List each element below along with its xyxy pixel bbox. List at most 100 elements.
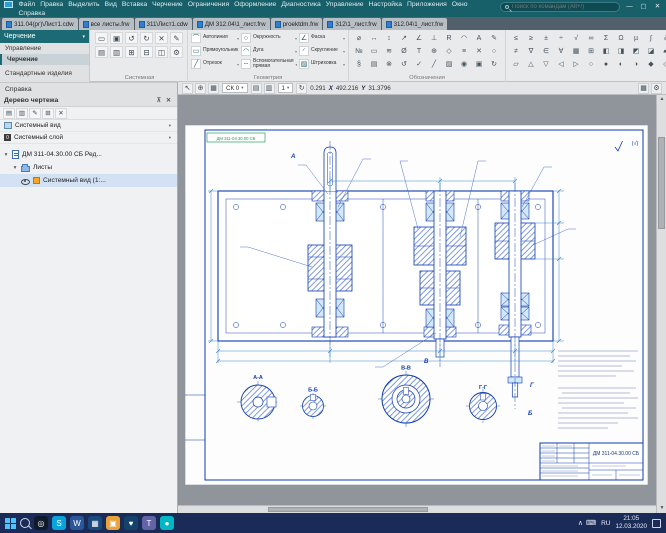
ribbon-tool-icon[interactable]: △ [524, 58, 538, 70]
snap-tool-icon[interactable]: ▥ [264, 83, 275, 94]
annotation-tool-icon[interactable]: ↕ [382, 32, 396, 44]
taskbar-search-icon[interactable] [20, 518, 30, 528]
annotation-tool-icon[interactable]: ⊕ [427, 45, 441, 57]
geometry-tool[interactable]: ▨ Штриховка [299, 58, 345, 70]
mode-item-standard-parts[interactable]: Стандартные изделия [0, 65, 89, 82]
ribbon-tool-icon[interactable]: ⊞ [584, 45, 598, 57]
tree-item-sheets[interactable]: ▾ Листы [0, 161, 177, 174]
menu-item[interactable]: Вид [102, 1, 119, 8]
menu-item[interactable]: Диагностика [279, 1, 323, 8]
system-tool-icon[interactable]: ↺ [125, 32, 138, 44]
snap-tool-icon[interactable]: ▤ [251, 83, 262, 94]
coordinate-system-combo[interactable]: СК 0 [222, 83, 248, 93]
annotation-tool-icon[interactable]: ▨ [442, 58, 456, 70]
tree-tool-icon[interactable]: ✕ [55, 108, 67, 119]
ribbon-tool-icon[interactable]: ◇ [659, 58, 666, 70]
menu-item[interactable]: Оформление [232, 1, 279, 8]
system-tool-icon[interactable]: ◫ [155, 46, 168, 58]
menu-item[interactable]: Вставка [119, 1, 149, 8]
ribbon-tool-icon[interactable]: ∈ [539, 45, 553, 57]
taskbar-app-icon[interactable]: ▣ [106, 516, 120, 530]
annotation-tool-icon[interactable]: ✎ [487, 32, 501, 44]
ribbon-tool-icon[interactable]: ≤ [509, 32, 523, 44]
document-tab[interactable]: 311.04(рг)\Лист1.cdw [2, 18, 78, 30]
annotation-tool-icon[interactable]: T [412, 45, 426, 57]
system-tool-icon[interactable]: ▥ [110, 46, 123, 58]
tree-tool-icon[interactable]: ⊞ [42, 108, 54, 119]
settings-icon[interactable]: ▦ [638, 83, 649, 94]
system-tool-icon[interactable]: ▣ [110, 32, 123, 44]
taskbar-app-icon[interactable]: W [70, 516, 84, 530]
ribbon-tool-icon[interactable]: Σ [599, 32, 613, 44]
ribbon-tool-icon[interactable]: ◩ [629, 45, 643, 57]
ribbon-tool-icon[interactable]: ≠ [509, 45, 523, 57]
annotation-tool-icon[interactable]: ⊥ [427, 32, 441, 44]
ribbon-tool-icon[interactable]: ∇ [524, 45, 538, 57]
annotation-tool-icon[interactable]: ↔ [367, 32, 381, 44]
tree-item-root[interactable]: ▾ ДМ 311-04.30.00 СБ Ред... [0, 148, 177, 161]
tray-icon[interactable]: ∧ [578, 519, 583, 527]
taskbar-clock[interactable]: 21:05 12.03.2020 [615, 515, 647, 530]
annotation-tool-icon[interactable]: ⌀ [352, 32, 366, 44]
annotation-tool-icon[interactable]: ◠ [457, 32, 471, 44]
tray-icon[interactable]: ⌨ [586, 519, 596, 527]
menu-item[interactable]: Ограничения [185, 1, 231, 8]
ribbon-tool-icon[interactable]: ◆ [644, 58, 658, 70]
command-search[interactable] [500, 2, 620, 12]
document-tab[interactable]: 312.04\1_лист.frw [382, 18, 448, 30]
annotation-tool-icon[interactable]: ◇ [442, 45, 456, 57]
ribbon-tool-icon[interactable]: ▱ [509, 58, 523, 70]
annotation-tool-icon[interactable]: ≡ [457, 45, 471, 57]
annotation-tool-icon[interactable]: ╱ [427, 58, 441, 70]
annotation-tool-icon[interactable]: ∠ [412, 32, 426, 44]
vertical-scrollbar[interactable]: ▲ ▼ [656, 95, 666, 513]
ribbon-tool-icon[interactable]: ◨ [614, 45, 628, 57]
ribbon-tool-icon[interactable]: ◐ [614, 58, 628, 70]
ribbon-tool-icon[interactable]: ◧ [599, 45, 613, 57]
ribbon-tool-icon[interactable]: µ [629, 32, 643, 44]
ribbon-tool-icon[interactable]: ● [599, 58, 613, 70]
annotation-tool-icon[interactable]: ≋ [382, 45, 396, 57]
annotation-tool-icon[interactable]: ○ [487, 45, 501, 57]
annotation-tool-icon[interactable]: ▭ [367, 45, 381, 57]
help-button[interactable]: Справка [0, 82, 178, 95]
close-button[interactable]: ✕ [651, 1, 664, 12]
annotation-tool-icon[interactable]: R [442, 32, 456, 44]
geometry-tool[interactable]: ▭ Прямоугольник [191, 45, 239, 57]
ribbon-tool-icon[interactable]: ○ [584, 58, 598, 70]
annotation-tool-icon[interactable]: Ø [397, 45, 411, 57]
geometry-tool[interactable]: ◜ Скругление [299, 45, 345, 57]
system-tool-icon[interactable]: ⚙ [170, 46, 183, 58]
vertical-scroll-thumb[interactable] [658, 137, 665, 229]
ribbon-tool-icon[interactable]: ▽ [539, 58, 553, 70]
horizontal-scroll-thumb[interactable] [268, 507, 428, 512]
annotation-tool-icon[interactable]: ↗ [397, 32, 411, 44]
geometry-tool[interactable]: ⌒ Автолиния [191, 32, 239, 44]
view-tool-icon[interactable]: ⊕ [195, 83, 206, 94]
angle-icon[interactable]: ↻ [296, 83, 307, 94]
menu-item[interactable]: Управление [323, 1, 366, 8]
start-button-icon[interactable] [5, 518, 16, 529]
menu-item[interactable]: Окно [449, 1, 470, 8]
ribbon-tool-icon[interactable]: ∀ [554, 45, 568, 57]
system-tool-icon[interactable]: ↻ [140, 32, 153, 44]
search-input[interactable] [512, 4, 615, 10]
document-tab[interactable]: ДМ 312.04\1_лист.frw [193, 18, 270, 30]
menu-item-help[interactable]: Справка [16, 10, 48, 17]
system-tool-icon[interactable]: ⊟ [140, 46, 153, 58]
menu-item[interactable]: Черчение [150, 1, 186, 8]
minimize-button[interactable]: — [623, 1, 636, 12]
close-panel-icon[interactable]: ✕ [164, 97, 173, 104]
annotation-tool-icon[interactable]: ◉ [457, 58, 471, 70]
geometry-tool[interactable]: ◠ Дуга [241, 45, 297, 57]
system-tool-icon[interactable]: ⊞ [125, 46, 138, 58]
settings-icon[interactable]: ⚙ [651, 83, 662, 94]
system-tool-icon[interactable]: ✕ [155, 32, 168, 44]
ribbon-tool-icon[interactable]: ∫ [644, 32, 658, 44]
annotation-tool-icon[interactable]: ▣ [472, 58, 486, 70]
pin-icon[interactable]: ⊼ [155, 97, 163, 104]
tree-tool-icon[interactable]: ✎ [29, 108, 41, 119]
geometry-tool[interactable]: ∠ Фаска [299, 32, 345, 44]
scroll-up-icon[interactable]: ▲ [657, 95, 666, 104]
taskbar-app-icon[interactable]: ● [160, 516, 174, 530]
